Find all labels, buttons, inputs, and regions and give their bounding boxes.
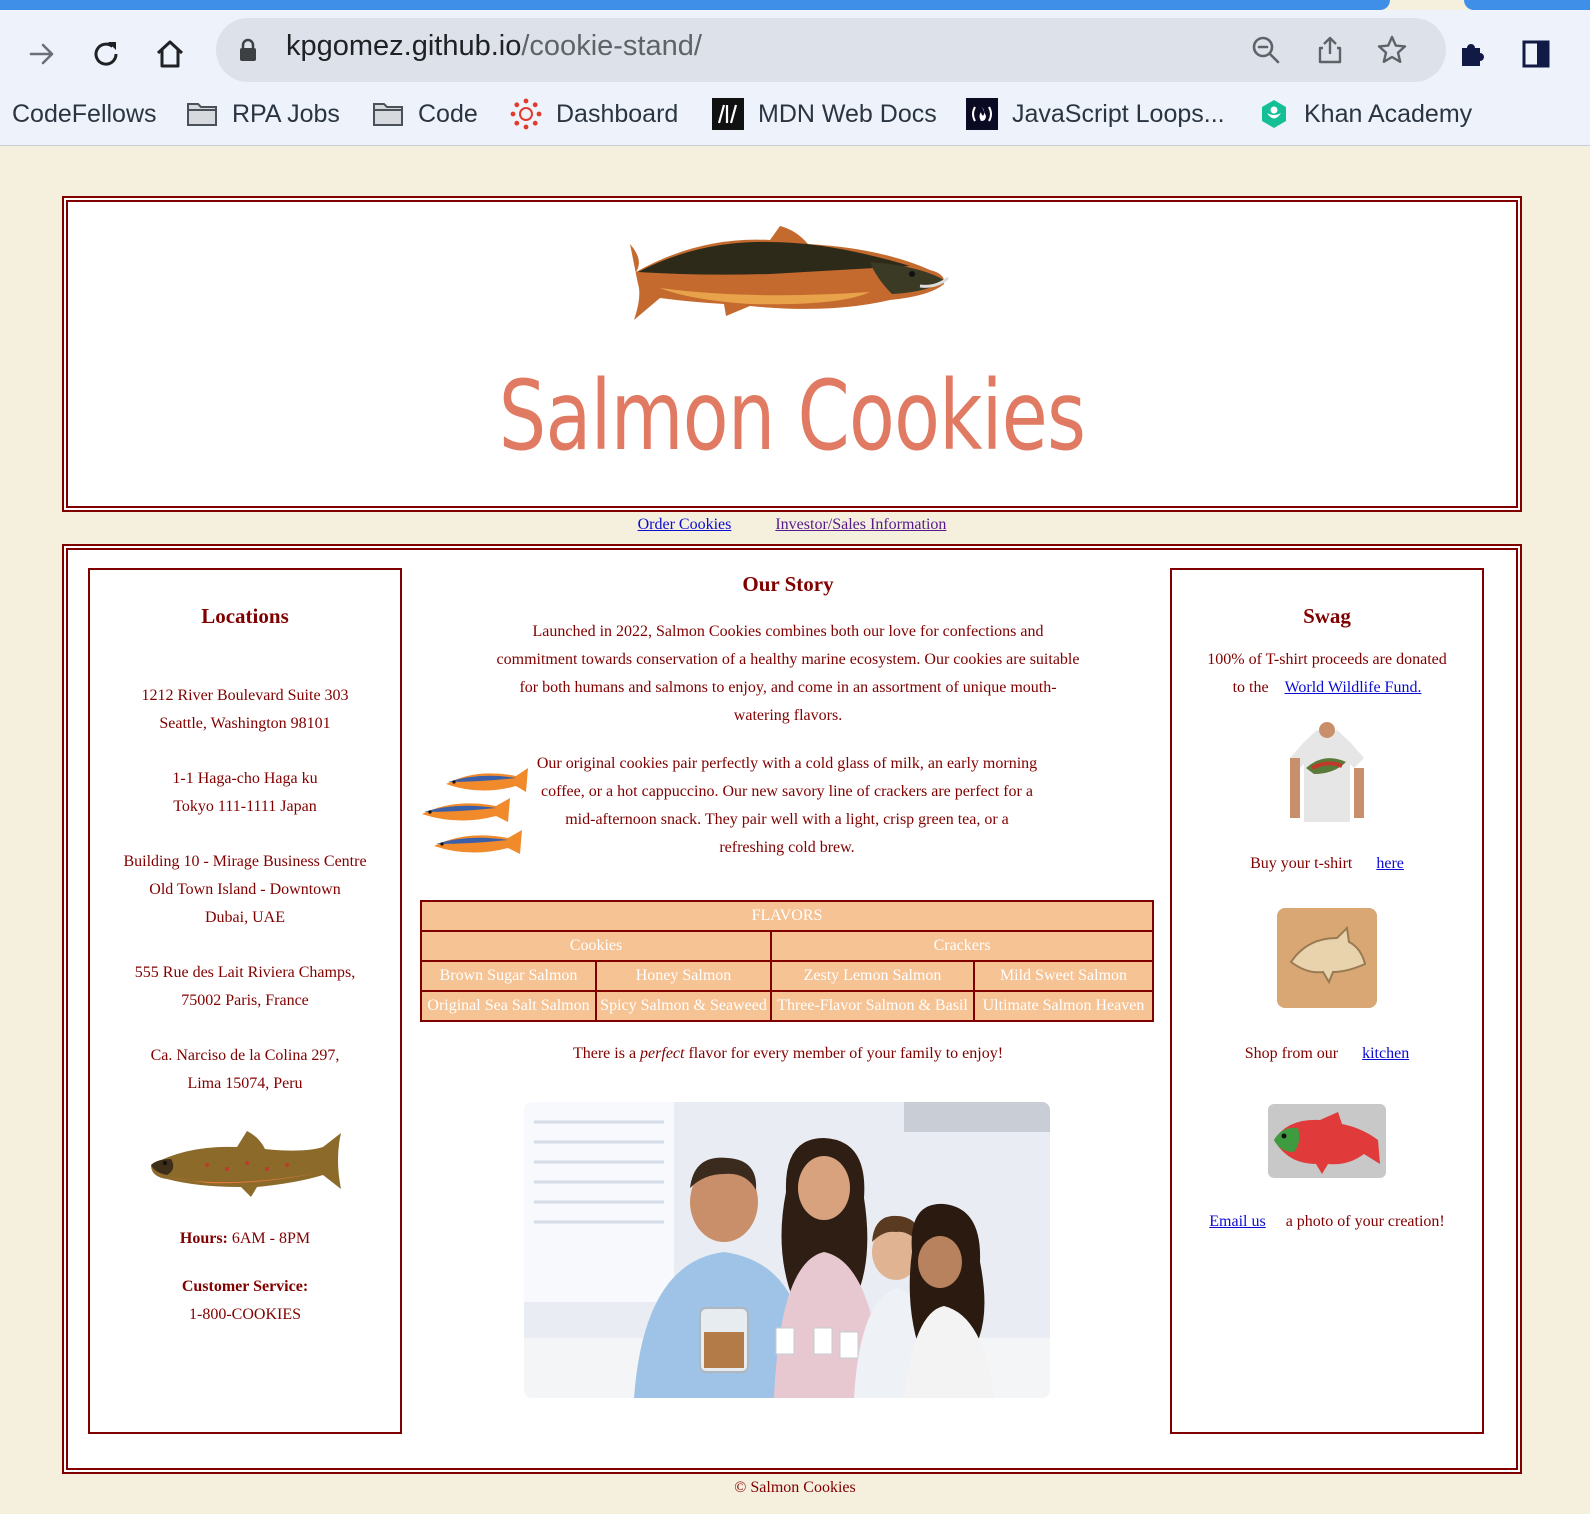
url-text[interactable]: kpgomez.github.io/cookie-stand/ (286, 30, 702, 63)
flavors-group-crackers: Crackers (770, 930, 1154, 962)
flavors-title: FLAVORS (420, 900, 1154, 932)
tab-bar[interactable] (1464, 0, 1590, 10)
salmon-cookie-image (1268, 1104, 1386, 1178)
story-paragraph-2-block: Our original cookies pair perfectly with… (420, 750, 1156, 880)
browser-toolbar: kpgomez.github.io/cookie-stand/ CodeFell… (0, 10, 1590, 146)
story-paragraph-2: Our original cookies pair perfectly with… (536, 755, 1038, 856)
bookmark-code[interactable]: Code (372, 94, 478, 134)
zoom-icon[interactable] (1250, 34, 1282, 66)
flavor-cell: Mild Sweet Salmon (973, 960, 1154, 992)
buy-tshirt-text: Buy your t-shirt here (1250, 855, 1404, 872)
flavor-cell: Three-Flavor Salmon & Basil (770, 990, 975, 1022)
tshirt-here-link[interactable]: here (1376, 855, 1404, 872)
salmon-logo-image (630, 226, 949, 320)
address-paris: 555 Rue des Lait Riviera Champs, 75002 P… (134, 964, 356, 1009)
flavor-cell: Brown Sugar Salmon (420, 960, 597, 992)
footer: © Salmon Cookies (734, 1479, 856, 1496)
fish-illustration (422, 768, 528, 854)
flavor-cell: Ultimate Salmon Heaven (973, 990, 1154, 1022)
hours: Hours: 6AM - 8PM (179, 1230, 311, 1247)
story-paragraph-1: Launched in 2022, Salmon Cookies combine… (496, 623, 1080, 724)
share-icon[interactable] (1314, 34, 1346, 66)
address-bar[interactable]: kpgomez.github.io/cookie-stand/ (216, 18, 1446, 82)
reload-icon[interactable] (84, 32, 128, 76)
story-section: Our Story Launched in 2022, Salmon Cooki… (420, 570, 1156, 1398)
address-tokyo: 1-1 Haga-cho Haga ku Tokyo 111-1111 Japa… (172, 770, 318, 815)
address-dubai: Building 10 - Mirage Business Centre Old… (123, 853, 367, 926)
tab-strip (0, 0, 1590, 10)
cookie-cutter-image (1277, 908, 1377, 1008)
story-heading: Our Story (742, 572, 834, 596)
folder-icon (372, 98, 404, 130)
bookmarks-bar: CodeFellows RPA Jobs Code Dashboard MDN … (0, 92, 1590, 142)
forward-icon[interactable] (20, 32, 64, 76)
investor-sales-link[interactable]: Investor/Sales Information (775, 516, 946, 533)
table-row: Original Sea Salt Salmon Spicy Salmon & … (420, 990, 1154, 1022)
active-tab-bar[interactable] (0, 0, 1390, 10)
main-nav: Order Cookies Investor/Sales Information (62, 516, 1522, 534)
site-title: Salmon Cookies (498, 360, 1086, 472)
locations-heading: Locations (201, 604, 289, 628)
flavors-table: FLAVORS Cookies Crackers Brown Sugar Sal… (420, 900, 1154, 1022)
swag-panel: Swag 100% of T-shirt proceeds are donate… (1170, 568, 1484, 1434)
bookmark-codefellows[interactable]: CodeFellows (12, 94, 157, 134)
family-photo (524, 1102, 1050, 1398)
order-cookies-link[interactable]: Order Cookies (638, 516, 732, 533)
table-row: Brown Sugar Salmon Honey Salmon Zesty Le… (420, 960, 1154, 992)
locations-panel: Locations 1212 River Boulevard Suite 303… (88, 568, 402, 1434)
tshirt-image (1290, 722, 1364, 822)
email-us-link[interactable]: Email us (1209, 1213, 1265, 1230)
kitchen-link[interactable]: kitchen (1362, 1045, 1409, 1062)
folder-icon (186, 98, 218, 130)
tagline: There is a perfect flavor for every memb… (572, 1045, 1004, 1062)
shop-kitchen-text: Shop from our kitchen (1244, 1045, 1410, 1062)
bookmark-javascript-loops[interactable]: JavaScript Loops... (966, 94, 1225, 134)
bookmark-mdn[interactable]: MDN Web Docs (712, 94, 937, 134)
bookmark-khan-academy[interactable]: Khan Academy (1258, 94, 1472, 134)
bookmark-dashboard[interactable]: Dashboard (510, 94, 678, 134)
flavor-cell: Spicy Salmon & Seaweed (595, 990, 772, 1022)
world-wildlife-fund-link[interactable]: World Wildlife Fund. (1285, 679, 1422, 696)
flavor-cell: Zesty Lemon Salmon (770, 960, 975, 992)
flavor-cell: Honey Salmon (595, 960, 772, 992)
trout-image (151, 1131, 341, 1197)
extensions-icon[interactable] (1450, 32, 1494, 76)
swag-heading: Swag (1303, 604, 1351, 628)
address-seattle: 1212 River Boulevard Suite 303 Seattle, … (141, 687, 349, 732)
mdn-icon (712, 98, 744, 130)
canvas-icon (510, 98, 542, 130)
proceeds-text: 100% of T-shirt proceeds are donated to … (1207, 651, 1447, 696)
customer-service: Customer Service: 1-800-COOKIES (181, 1278, 309, 1323)
freecodecamp-icon (966, 98, 998, 130)
flavor-cell: Original Sea Salt Salmon (420, 990, 597, 1022)
side-panel-icon[interactable] (1514, 32, 1558, 76)
flavors-group-cookies: Cookies (420, 930, 772, 962)
main-content: Locations 1212 River Boulevard Suite 303… (62, 544, 1522, 1474)
email-text: Email us a photo of your creation! (1209, 1213, 1445, 1230)
khan-academy-icon (1258, 98, 1290, 130)
address-lima: Ca. Narciso de la Colina 297, Lima 15074… (150, 1047, 340, 1092)
bookmark-rpa-jobs[interactable]: RPA Jobs (186, 94, 340, 134)
home-icon[interactable] (148, 32, 192, 76)
lock-icon[interactable] (238, 38, 258, 67)
bookmark-star-icon[interactable] (1376, 34, 1408, 66)
site-header: Salmon Cookies (62, 196, 1522, 512)
